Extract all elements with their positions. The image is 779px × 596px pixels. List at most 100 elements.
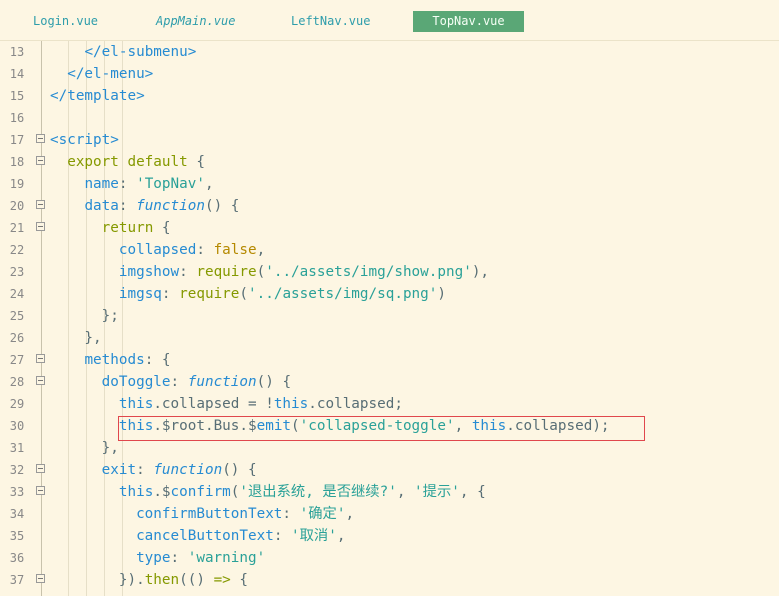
code-line[interactable]: 33 this.$confirm('退出系统, 是否继续?', '提示', { (0, 481, 779, 503)
code-token: : (118, 198, 137, 214)
code-token: , { (459, 484, 486, 500)
code-token: type (136, 550, 171, 566)
code-line[interactable]: 18 export default { (0, 151, 779, 173)
fold-toggle-icon[interactable] (36, 464, 45, 473)
code-token: exit (101, 462, 137, 478)
line-number: 29 (9, 397, 25, 411)
code-line[interactable]: 25 }; (0, 305, 779, 327)
code-token: false (213, 242, 257, 258)
code-token: '取消' (291, 528, 337, 544)
code-token: function (153, 462, 223, 478)
code-token: ) (437, 286, 446, 302)
code-token: : (161, 286, 180, 302)
tab-leftnav-vue[interactable]: LeftNav.vue (285, 11, 375, 32)
code-line[interactable]: 27 methods: { (0, 349, 779, 371)
fold-toggle-icon[interactable] (36, 354, 45, 363)
code-token: , (336, 528, 346, 544)
code-editor[interactable]: 13 </el-submenu> 14 </el-menu> 15 </templat… (0, 41, 779, 596)
code-line[interactable]: 17 <script> (0, 129, 779, 151)
code-line[interactable]: 15 </template> (0, 85, 779, 107)
highlighted-emit-line-box (118, 416, 645, 441)
code-line[interactable]: 13 </el-submenu> (0, 41, 779, 63)
code-text: name: 'TopNav', (50, 173, 213, 195)
code-text: exit: function() { (50, 459, 257, 481)
code-token: '退出系统, 是否继续?' (239, 484, 397, 500)
line-number: 14 (9, 67, 25, 81)
code-token: function (187, 374, 257, 390)
code-token: () { (256, 374, 292, 390)
code-line[interactable]: 29 this.collapsed = !this.collapsed; (0, 393, 779, 415)
code-text: </el-menu> (50, 63, 153, 85)
code-line[interactable]: 20 data: function() { (0, 195, 779, 217)
line-number: 15 (9, 89, 25, 103)
code-line[interactable]: 14 </el-menu> (0, 63, 779, 85)
code-token: (() (179, 572, 214, 588)
code-text: }).then(() => { (50, 569, 248, 591)
code-token: this (273, 396, 309, 412)
fold-toggle-icon[interactable] (36, 486, 45, 495)
code-line[interactable]: 37 }).then(() => { (0, 569, 779, 591)
code-text: doToggle: function() { (50, 371, 291, 393)
code-token: ( (239, 286, 249, 302)
code-token: }; (50, 308, 119, 324)
code-text: </template> (50, 85, 145, 107)
code-line[interactable]: 23 imgshow: require('../assets/img/show.… (0, 261, 779, 283)
code-line[interactable]: 26 }, (0, 327, 779, 349)
code-token: return (101, 220, 154, 236)
code-token: , (256, 242, 266, 258)
code-token: confirm (170, 484, 231, 500)
code-token: 'TopNav' (136, 176, 205, 192)
line-number: 23 (9, 265, 25, 279)
code-token: => (213, 572, 231, 588)
code-token: name (84, 176, 119, 192)
code-text: data: function() { (50, 195, 239, 217)
code-line[interactable]: 19 name: 'TopNav', (0, 173, 779, 195)
fold-toggle-icon[interactable] (36, 222, 45, 231)
fold-toggle-icon[interactable] (36, 156, 45, 165)
code-line[interactable]: 36 type: 'warning' (0, 547, 779, 569)
tab-appmain-vue[interactable]: AppMain.vue (150, 11, 240, 32)
line-number: 21 (9, 221, 25, 235)
code-line[interactable]: 35 cancelButtonText: '取消', (0, 525, 779, 547)
code-line[interactable]: 16 (0, 107, 779, 129)
code-line[interactable]: 22 collapsed: false, (0, 239, 779, 261)
code-text: imgsq: require('../assets/img/sq.png') (50, 283, 446, 305)
code-token: , (345, 506, 355, 522)
code-line[interactable]: 32 exit: function() { (0, 459, 779, 481)
line-number: 32 (9, 463, 25, 477)
fold-toggle-icon[interactable] (36, 200, 45, 209)
code-line[interactable]: 28 doToggle: function() { (0, 371, 779, 393)
fold-toggle-icon[interactable] (36, 134, 45, 143)
code-token: export default (67, 154, 188, 170)
tab-login-vue[interactable]: Login.vue (27, 11, 103, 32)
code-token: data (84, 198, 119, 214)
code-line[interactable]: 34 confirmButtonText: '确定', (0, 503, 779, 525)
code-token: function (136, 198, 205, 214)
code-token: { (153, 220, 171, 236)
code-token: : (118, 176, 137, 192)
code-token: : (170, 374, 188, 390)
fold-toggle-icon[interactable] (36, 574, 45, 583)
line-number: 28 (9, 375, 25, 389)
editor-tab-bar: Login.vue AppMain.vue LeftNav.vue TopNav… (0, 0, 779, 41)
code-line[interactable]: 24 imgsq: require('../assets/img/sq.png'… (0, 283, 779, 305)
line-number: 17 (9, 133, 25, 147)
fold-toggle-icon[interactable] (36, 376, 45, 385)
code-token: ), (471, 264, 490, 280)
tab-topnav-vue[interactable]: TopNav.vue (413, 11, 524, 32)
line-number: 13 (9, 45, 25, 59)
code-line[interactable]: 21 return { (0, 217, 779, 239)
code-token: '确定' (299, 506, 346, 522)
code-token: imgsq (118, 286, 162, 302)
line-number: 26 (9, 331, 25, 345)
code-token: : (179, 264, 197, 280)
code-token: imgshow (118, 264, 180, 280)
